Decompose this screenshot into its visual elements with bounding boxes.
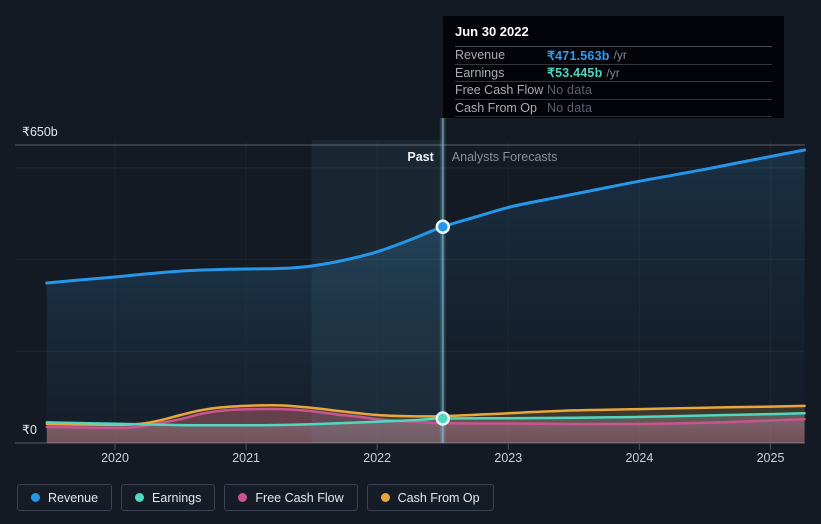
earnings-revenue-growth-chart: ₹650b ₹0 Past Analysts Forecasts 2020 2021 202… [0, 0, 821, 524]
earnings-marker[interactable] [435, 411, 451, 426]
past-label: Past [407, 150, 434, 164]
earnings-dot-icon [135, 493, 145, 502]
tooltip-value: ₹471.563b [547, 48, 610, 63]
tooltip-row-revenue: Revenue ₹471.563b /yr [455, 47, 772, 65]
x-axis-label: 2024 [625, 451, 653, 465]
x-axis-label: 2025 [757, 451, 785, 465]
x-axis-label: 2020 [101, 451, 129, 465]
tooltip-row-earnings: Earnings ₹53.445b /yr [455, 65, 772, 82]
legend-label: Cash From Op [397, 490, 480, 505]
y-axis-label: ₹650b [22, 125, 58, 139]
legend-item-free-cash-flow[interactable]: Free Cash Flow [224, 484, 358, 511]
legend-label: Free Cash Flow [255, 490, 344, 505]
cash-from-op-dot-icon [380, 493, 390, 502]
tooltip-row-cash-from-op: Cash From Op No data [455, 100, 772, 117]
tooltip-date: Jun 30 2022 [455, 24, 772, 47]
legend-item-earnings[interactable]: Earnings [121, 484, 216, 511]
tooltip-value: ₹53.445b [547, 66, 603, 81]
tooltip-label: Free Cash Flow [455, 83, 544, 98]
y-axis-label: ₹0 [22, 423, 37, 437]
tooltip-unit: /yr [613, 48, 627, 63]
tooltip-row-free-cash-flow: Free Cash Flow No data [455, 82, 772, 100]
revenue-marker[interactable] [435, 219, 451, 235]
past-year-highlight-band [311, 140, 443, 443]
tooltip-label: Revenue [455, 48, 506, 63]
revenue-dot-icon [31, 493, 40, 502]
chart-legend: Revenue Earnings Free Cash Flow Cash Fro… [17, 484, 494, 511]
legend-label: Revenue [48, 490, 99, 505]
x-axis-label: 2023 [494, 451, 522, 465]
tooltip-label: Earnings [455, 65, 505, 80]
analysts-forecasts-label: Analysts Forecasts [452, 150, 558, 164]
chart-tooltip: Jun 30 2022 Revenue ₹471.563b /yr Earnin… [443, 16, 784, 118]
revenue-area-forecast [442, 150, 805, 443]
tooltip-unit: /yr [606, 65, 620, 80]
x-axis-label: 2021 [232, 451, 260, 465]
legend-item-cash-from-op[interactable]: Cash From Op [366, 484, 494, 511]
x-axis-label: 2022 [363, 451, 391, 465]
tooltip-value: No data [547, 83, 593, 98]
free-cash-flow-dot-icon [238, 493, 248, 502]
tooltip-value: No data [547, 100, 593, 115]
legend-item-revenue[interactable]: Revenue [17, 484, 113, 511]
legend-label: Earnings [152, 490, 202, 505]
tooltip-label: Cash From Op [455, 100, 537, 115]
